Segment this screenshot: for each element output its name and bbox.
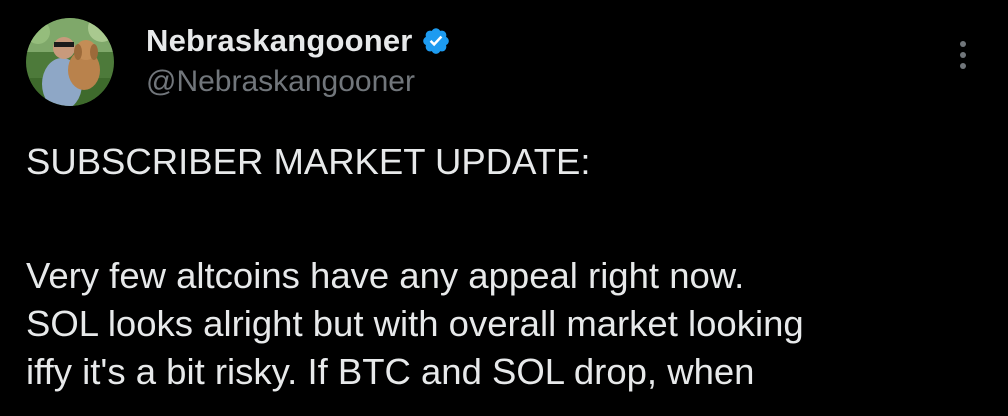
- display-name[interactable]: Nebraskangooner: [146, 23, 413, 59]
- tweet-text-line: iffy it's a bit risky. If BTC and SOL dr…: [26, 351, 755, 392]
- tweet-card: Nebraskangooner @Nebraskangooner SUBSCRI…: [0, 0, 1008, 416]
- name-row: Nebraskangooner: [146, 22, 451, 60]
- avatar[interactable]: [26, 18, 114, 106]
- tweet-text: SUBSCRIBER MARKET UPDATE: Very few altco…: [26, 138, 996, 396]
- avatar-image: [26, 18, 114, 106]
- more-vertical-icon: [960, 41, 966, 69]
- tweet-header: Nebraskangooner @Nebraskangooner: [146, 22, 451, 99]
- more-options-button[interactable]: [944, 36, 982, 74]
- user-handle[interactable]: @Nebraskangooner: [146, 65, 451, 99]
- tweet-text-line: SOL looks alright but with overall marke…: [26, 303, 804, 344]
- paragraph-break: [26, 186, 996, 252]
- tweet-text-line: SUBSCRIBER MARKET UPDATE:: [26, 141, 591, 182]
- verified-badge-icon[interactable]: [421, 26, 451, 56]
- tweet-text-line: Very few altcoins have any appeal right …: [26, 255, 745, 296]
